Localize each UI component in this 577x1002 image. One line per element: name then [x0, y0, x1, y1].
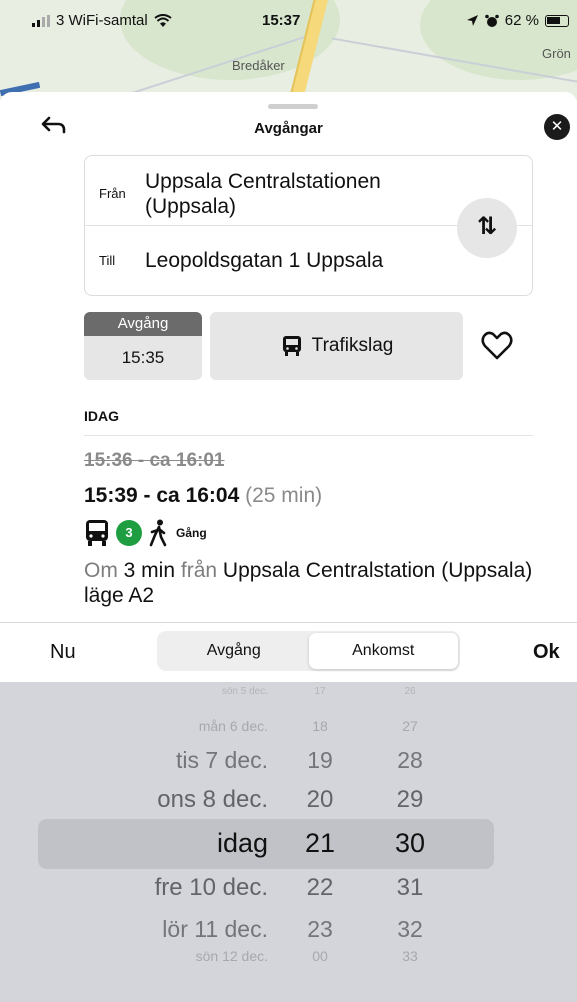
trip-legs: 3 Gång: [84, 518, 564, 548]
carrier-label: 3 WiFi-samtal: [56, 12, 148, 29]
bus-icon: [282, 336, 301, 356]
walk-icon: [149, 519, 167, 547]
status-time: 15:37: [262, 12, 301, 29]
battery-icon: [545, 14, 569, 27]
map-place-label: Grön: [542, 46, 571, 61]
hour-option[interactable]: 23: [280, 916, 360, 943]
day-option[interactable]: mån 6 dec.: [199, 718, 268, 734]
hour-option[interactable]: 00: [280, 948, 360, 964]
ok-button[interactable]: Ok: [533, 641, 560, 664]
close-icon[interactable]: ✕: [544, 114, 570, 140]
updated-time: 15:39 - ca 16:04 (25 min): [84, 484, 564, 508]
info-om: Om: [84, 559, 118, 582]
to-value: Leopoldsgatan 1 Uppsala: [145, 248, 384, 272]
battery-percentage: 62 %: [504, 12, 539, 29]
hour-option[interactable]: 22: [280, 874, 360, 902]
minute-option[interactable]: 33: [370, 948, 450, 964]
trip-info: Om 3 min från Uppsala Centralstation (Up…: [84, 558, 564, 608]
walk-label: Gång: [176, 526, 207, 540]
map-place-label: Bredåker: [232, 58, 285, 73]
swap-icon[interactable]: ⇅: [457, 198, 517, 258]
location-arrow-icon: [466, 15, 478, 26]
trip-duration: (25 min): [245, 484, 323, 507]
status-bar: 3 WiFi-samtal 15:37 62 %: [0, 0, 577, 40]
day-option[interactable]: idag: [217, 828, 268, 859]
from-label: Från: [99, 186, 126, 201]
info-from: från: [180, 559, 218, 582]
departure-time-value: 15:35: [121, 348, 165, 367]
bus-icon: [86, 520, 108, 546]
hour-option[interactable]: 20: [280, 786, 360, 814]
alarm-icon: [484, 14, 499, 27]
minute-option[interactable]: 27: [370, 718, 450, 734]
now-button[interactable]: Nu: [50, 641, 76, 664]
day-option[interactable]: tis 7 dec.: [176, 747, 268, 774]
departure-time-tab[interactable]: Avgång 15:35: [84, 312, 202, 380]
transport-mode-button[interactable]: Trafikslag: [210, 312, 463, 380]
datetime-picker[interactable]: sön 5 dec. mån 6 dec. tis 7 dec. ons 8 dec.…: [0, 682, 577, 1002]
day-option[interactable]: ons 8 dec.: [157, 786, 268, 814]
departures-sheet: Avgångar ✕ Från Uppsala Centralstationen…: [0, 92, 577, 622]
minute-option[interactable]: 29: [370, 786, 450, 814]
from-value: Uppsala Centralstationen (Uppsala): [145, 169, 381, 218]
minute-option[interactable]: 26: [370, 686, 450, 697]
mode-segmented-control: Avgång Ankomst: [157, 631, 460, 671]
wifi-icon: [154, 13, 172, 27]
info-minutes: 3 min: [123, 559, 176, 582]
day-option[interactable]: sön 5 dec.: [222, 686, 268, 697]
day-option[interactable]: sön 12 dec.: [196, 948, 268, 964]
minute-option[interactable]: 30: [370, 828, 450, 859]
line-badge: 3: [116, 520, 142, 546]
sheet-drag-handle[interactable]: [268, 104, 318, 109]
hour-option[interactable]: 19: [280, 747, 360, 774]
divider: [84, 435, 533, 436]
minute-option[interactable]: 28: [370, 747, 450, 774]
updated-time-value: 15:39 - ca 16:04: [84, 484, 240, 507]
segment-departure[interactable]: Avgång: [159, 633, 309, 669]
route-box: Från Uppsala Centralstationen (Uppsala) …: [84, 155, 533, 296]
hour-option[interactable]: 17: [280, 686, 360, 697]
hour-option[interactable]: 21: [280, 828, 360, 859]
day-option[interactable]: fre 10 dec.: [155, 874, 268, 902]
departure-tab-label: Avgång: [84, 312, 202, 336]
trip-result[interactable]: 15:36 - ca 16:01 15:39 - ca 16:04 (25 mi…: [84, 450, 564, 608]
hour-option[interactable]: 18: [280, 718, 360, 734]
minute-option[interactable]: 31: [370, 874, 450, 902]
to-label: Till: [99, 252, 116, 268]
minute-option[interactable]: 32: [370, 916, 450, 943]
original-time: 15:36 - ca 16:01: [84, 450, 225, 471]
segment-arrival[interactable]: Ankomst: [308, 633, 458, 669]
transport-mode-label: Trafikslag: [311, 335, 394, 356]
picker-toolbar: Nu Avgång Ankomst Ok: [0, 622, 577, 682]
heart-icon[interactable]: [480, 330, 514, 362]
info-stop: Uppsala Centralstation: [222, 559, 436, 582]
day-option[interactable]: lör 11 dec.: [162, 916, 268, 943]
signal-icon: [32, 14, 50, 27]
day-header: IDAG: [84, 408, 119, 424]
sheet-title: Avgångar: [254, 120, 323, 137]
